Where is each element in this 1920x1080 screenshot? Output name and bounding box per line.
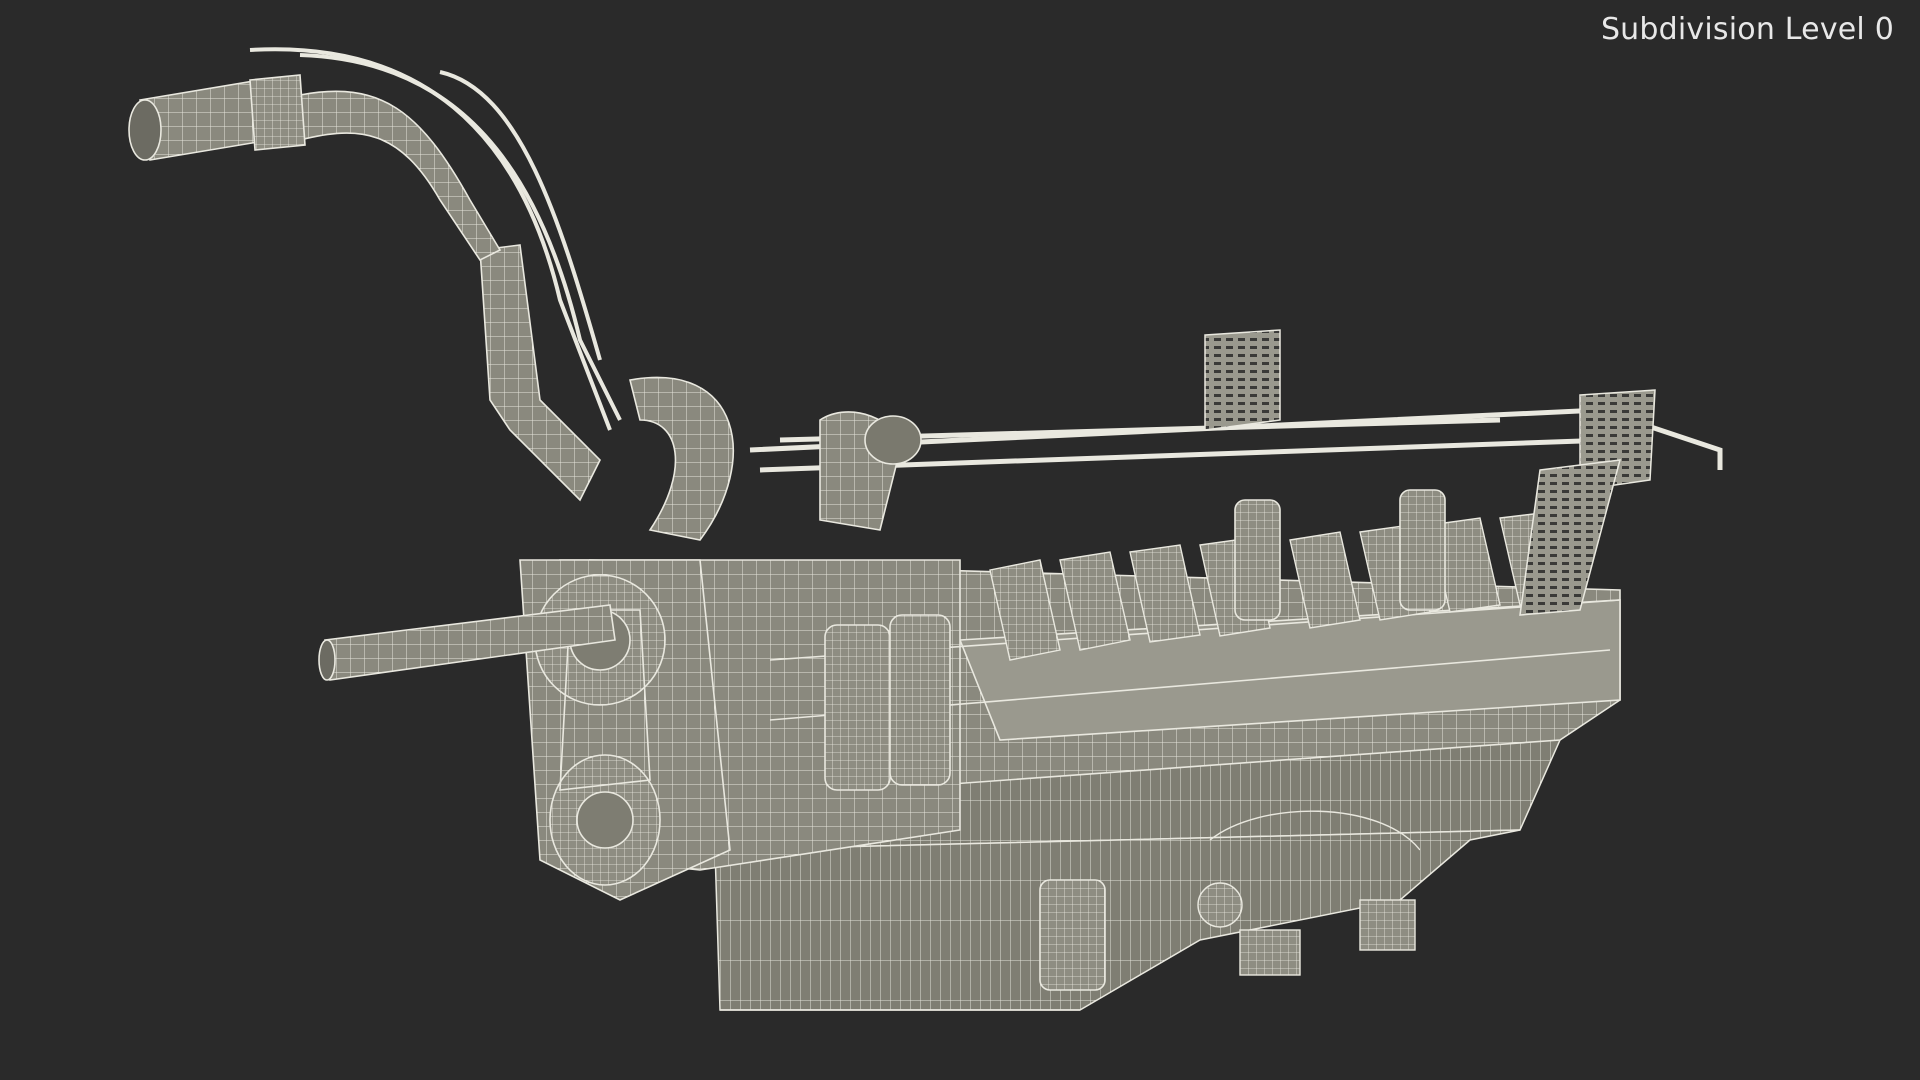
engine-wireframe-model bbox=[128, 47, 1723, 1011]
render-viewport: Subdivision Level 0 bbox=[0, 0, 1920, 1080]
front-housing bbox=[519, 559, 731, 901]
exhaust-pipe bbox=[128, 74, 601, 502]
intake-ducts bbox=[629, 376, 922, 541]
